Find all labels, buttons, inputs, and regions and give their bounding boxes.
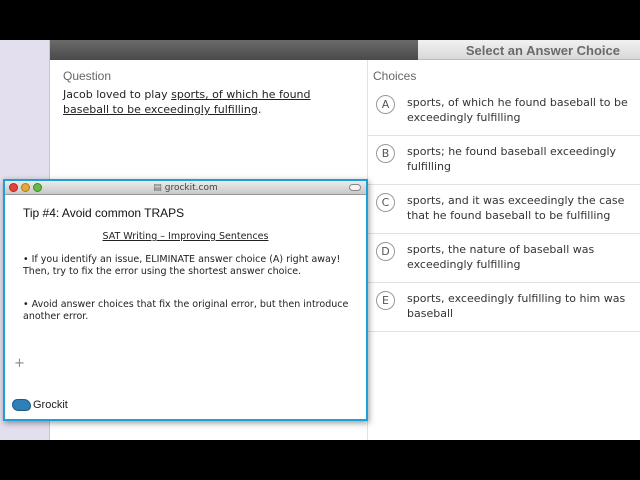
question-text-after: . [257, 103, 262, 116]
tip-bullet-1: • If you identify an issue, ELIMINATE an… [23, 254, 341, 277]
choice-b-letter[interactable]: B [376, 144, 395, 163]
plus-icon: + [14, 356, 25, 371]
popup-window-title: ▤ grockit.com [5, 181, 366, 195]
app-screen: Select an Answer Choice Question Jacob l… [0, 40, 640, 440]
popup-titlebar[interactable]: ▤ grockit.com [5, 181, 366, 195]
choice-d-text: sports, the nature of baseball was excee… [407, 243, 595, 271]
header-bar-dark [50, 40, 418, 60]
choice-c-text: sports, and it was exceedingly the case … [407, 194, 625, 222]
minimize-window-icon[interactable] [21, 183, 30, 192]
choice-b-text: sports; he found baseball exceedingly fu… [407, 145, 617, 173]
choice-e-letter[interactable]: E [376, 291, 395, 310]
tip-bullet-2: • Avoid answer choices that fix the orig… [23, 299, 349, 322]
choice-c-letter[interactable]: C [376, 193, 395, 212]
choice-a-letter[interactable]: A [376, 95, 395, 114]
choice-e[interactable]: E sports, exceedingly fulfilling to him … [368, 283, 640, 332]
header-bar: Select an Answer Choice [418, 40, 640, 60]
choice-d-letter[interactable]: D [376, 242, 395, 261]
choice-d[interactable]: D sports, the nature of baseball was exc… [368, 234, 640, 283]
tip-popup-window: ▤ grockit.com Tip #4: Avoid common TRAPS … [3, 179, 368, 421]
question-text: Jacob loved to play sports, of which he … [63, 87, 353, 117]
choice-a[interactable]: A sports, of which he found baseball to … [368, 87, 640, 136]
choice-c[interactable]: C sports, and it was exceedingly the cas… [368, 185, 640, 234]
question-label: Question [63, 69, 112, 83]
question-text-before: Jacob loved to play [63, 88, 172, 101]
choice-e-text: sports, exceedingly fulfilling to him wa… [407, 292, 626, 320]
toolbar-toggle-icon[interactable] [349, 184, 361, 191]
close-window-icon[interactable] [9, 183, 18, 192]
page-icon: ▤ [153, 183, 162, 193]
choice-b[interactable]: B sports; he found baseball exceedingly … [368, 136, 640, 185]
choice-a-text: sports, of which he found baseball to be… [407, 96, 628, 124]
grockit-logo-text: Grockit [33, 399, 68, 411]
tip-title: Tip #4: Avoid common TRAPS [23, 206, 185, 220]
grockit-logo-icon [12, 399, 31, 411]
tip-subtitle: SAT Writing – Improving Sentences [102, 231, 269, 242]
zoom-window-icon[interactable] [33, 183, 42, 192]
header-title: Select an Answer Choice [465, 43, 620, 58]
choices-label: Choices [373, 69, 417, 83]
popup-window-title-text: grockit.com [164, 183, 218, 193]
